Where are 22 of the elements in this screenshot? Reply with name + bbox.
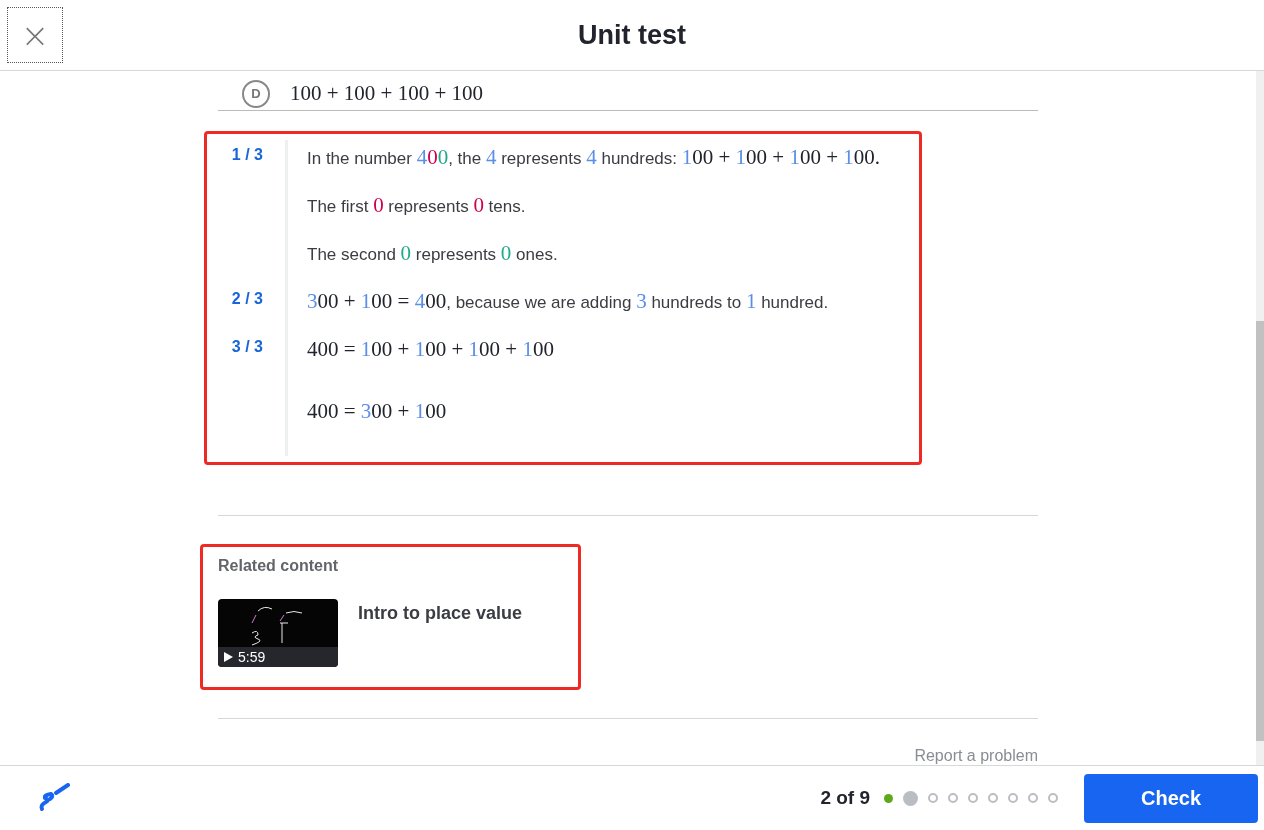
hint-text: In the number 400, the 4 represents 4 hundreds: 100 + 100 + 100 + 100. <box>307 144 882 171</box>
progress-text: 2 of 9 <box>820 787 870 809</box>
choice-text: 100 + 100 + 100 + 100 <box>290 81 484 106</box>
play-icon <box>224 652 233 662</box>
hint-text: 400 = 300 + 100 <box>307 398 448 425</box>
hint-step-label: 1 / 3 <box>231 146 263 163</box>
hint-text: The second 0 represents 0 ones. <box>307 240 559 267</box>
check-button[interactable]: Check <box>1084 773 1258 823</box>
hint-step-label: 3 / 3 <box>231 338 263 355</box>
hint-step-label: 2 / 3 <box>231 290 263 307</box>
video-duration: 5:59 <box>238 649 266 665</box>
page-title: Unit test <box>578 19 686 50</box>
hint-text: 300 + 100 = 400, because we are adding 3 hundreds to 1 hundred. <box>307 288 830 315</box>
related-heading: Related content <box>218 557 339 575</box>
hint-text: The first 0 represents 0 tens. <box>307 192 527 219</box>
report-link[interactable]: Report a problem <box>914 747 1038 765</box>
scribble-pencil-icon[interactable] <box>38 783 70 813</box>
video-link[interactable]: Intro to place value <box>358 599 523 667</box>
hint-text: 400 = 100 + 100 + 100 + 100 <box>307 336 555 363</box>
close-button[interactable]: × <box>7 7 63 63</box>
video-thumbnail[interactable]: 5:59 <box>218 599 338 667</box>
choice-letter-badge: D <box>242 79 270 108</box>
